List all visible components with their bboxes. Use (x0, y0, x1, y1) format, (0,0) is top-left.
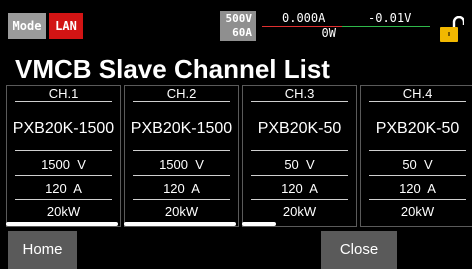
scrollbar-segment (6, 222, 118, 226)
channel-model: PXB20K-1500 (12, 120, 115, 137)
channel-model: PXB20K-50 (375, 120, 460, 137)
channel-panel-2[interactable]: CH.2 PXB20K-1500 1500 V 120 A 20kW (124, 85, 239, 227)
channel-voltage: 50 V (402, 157, 433, 172)
channel-panel-1[interactable]: CH.1 PXB20K-1500 1500 V 120 A 20kW (6, 85, 121, 227)
divider (251, 175, 348, 176)
current-limit: 60A (232, 26, 252, 39)
divider (369, 101, 466, 102)
divider (133, 101, 230, 102)
horizontal-scrollbar[interactable] (6, 222, 276, 226)
channel-power: 20kW (400, 204, 435, 219)
voltage-indicator-line (342, 26, 430, 27)
channel-model: PXB20K-50 (257, 120, 342, 137)
channel-current: 120 A (399, 181, 436, 196)
channel-current: 120 A (45, 181, 82, 196)
channel-name: CH.3 (284, 86, 315, 101)
channel-name: CH.2 (166, 86, 197, 101)
divider (369, 199, 466, 200)
divider (15, 150, 112, 151)
current-reading: 0.000A (282, 11, 326, 25)
channel-current: 120 A (163, 181, 200, 196)
divider (251, 199, 348, 200)
channel-power: 20kW (282, 204, 317, 219)
scrollbar-segment (242, 222, 276, 226)
channel-name: CH.4 (402, 86, 433, 101)
limit-box: 500V 60A (220, 11, 256, 41)
divider (251, 150, 348, 151)
divider (15, 101, 112, 102)
divider (251, 101, 348, 102)
channel-name: CH.1 (48, 86, 79, 101)
page-title: VMCB Slave Channel List (15, 54, 330, 84)
close-button[interactable]: Close (321, 231, 397, 269)
home-button[interactable]: Home (8, 231, 77, 269)
channel-panel-3[interactable]: CH.3 PXB20K-50 50 V 120 A 20kW (242, 85, 357, 227)
divider (15, 175, 112, 176)
voltage-limit: 500V (225, 12, 253, 25)
channel-panel-4[interactable]: CH.4 PXB20K-50 50 V 120 A 20kW (360, 85, 472, 227)
voltage-reading: -0.01V (368, 11, 412, 25)
divider (15, 199, 112, 200)
status-bar: Mode LAN 500V 60A 0.000A -0.01V 0W (0, 0, 472, 50)
divider (133, 150, 230, 151)
scrollbar-segment (124, 222, 236, 226)
divider (369, 150, 466, 151)
channel-voltage: 1500 V (159, 157, 204, 172)
channel-power: 20kW (46, 204, 81, 219)
padlock-unlocked-icon[interactable] (440, 15, 466, 42)
channel-voltage: 50 V (284, 157, 315, 172)
channel-voltage: 1500 V (41, 157, 86, 172)
divider (133, 175, 230, 176)
power-reading: 0W (321, 26, 336, 40)
channel-current: 120 A (281, 181, 318, 196)
lan-badge: LAN (49, 13, 83, 39)
divider (133, 199, 230, 200)
channel-model: PXB20K-1500 (130, 120, 233, 137)
channel-power: 20kW (164, 204, 199, 219)
mode-badge[interactable]: Mode (8, 13, 46, 39)
divider (369, 175, 466, 176)
